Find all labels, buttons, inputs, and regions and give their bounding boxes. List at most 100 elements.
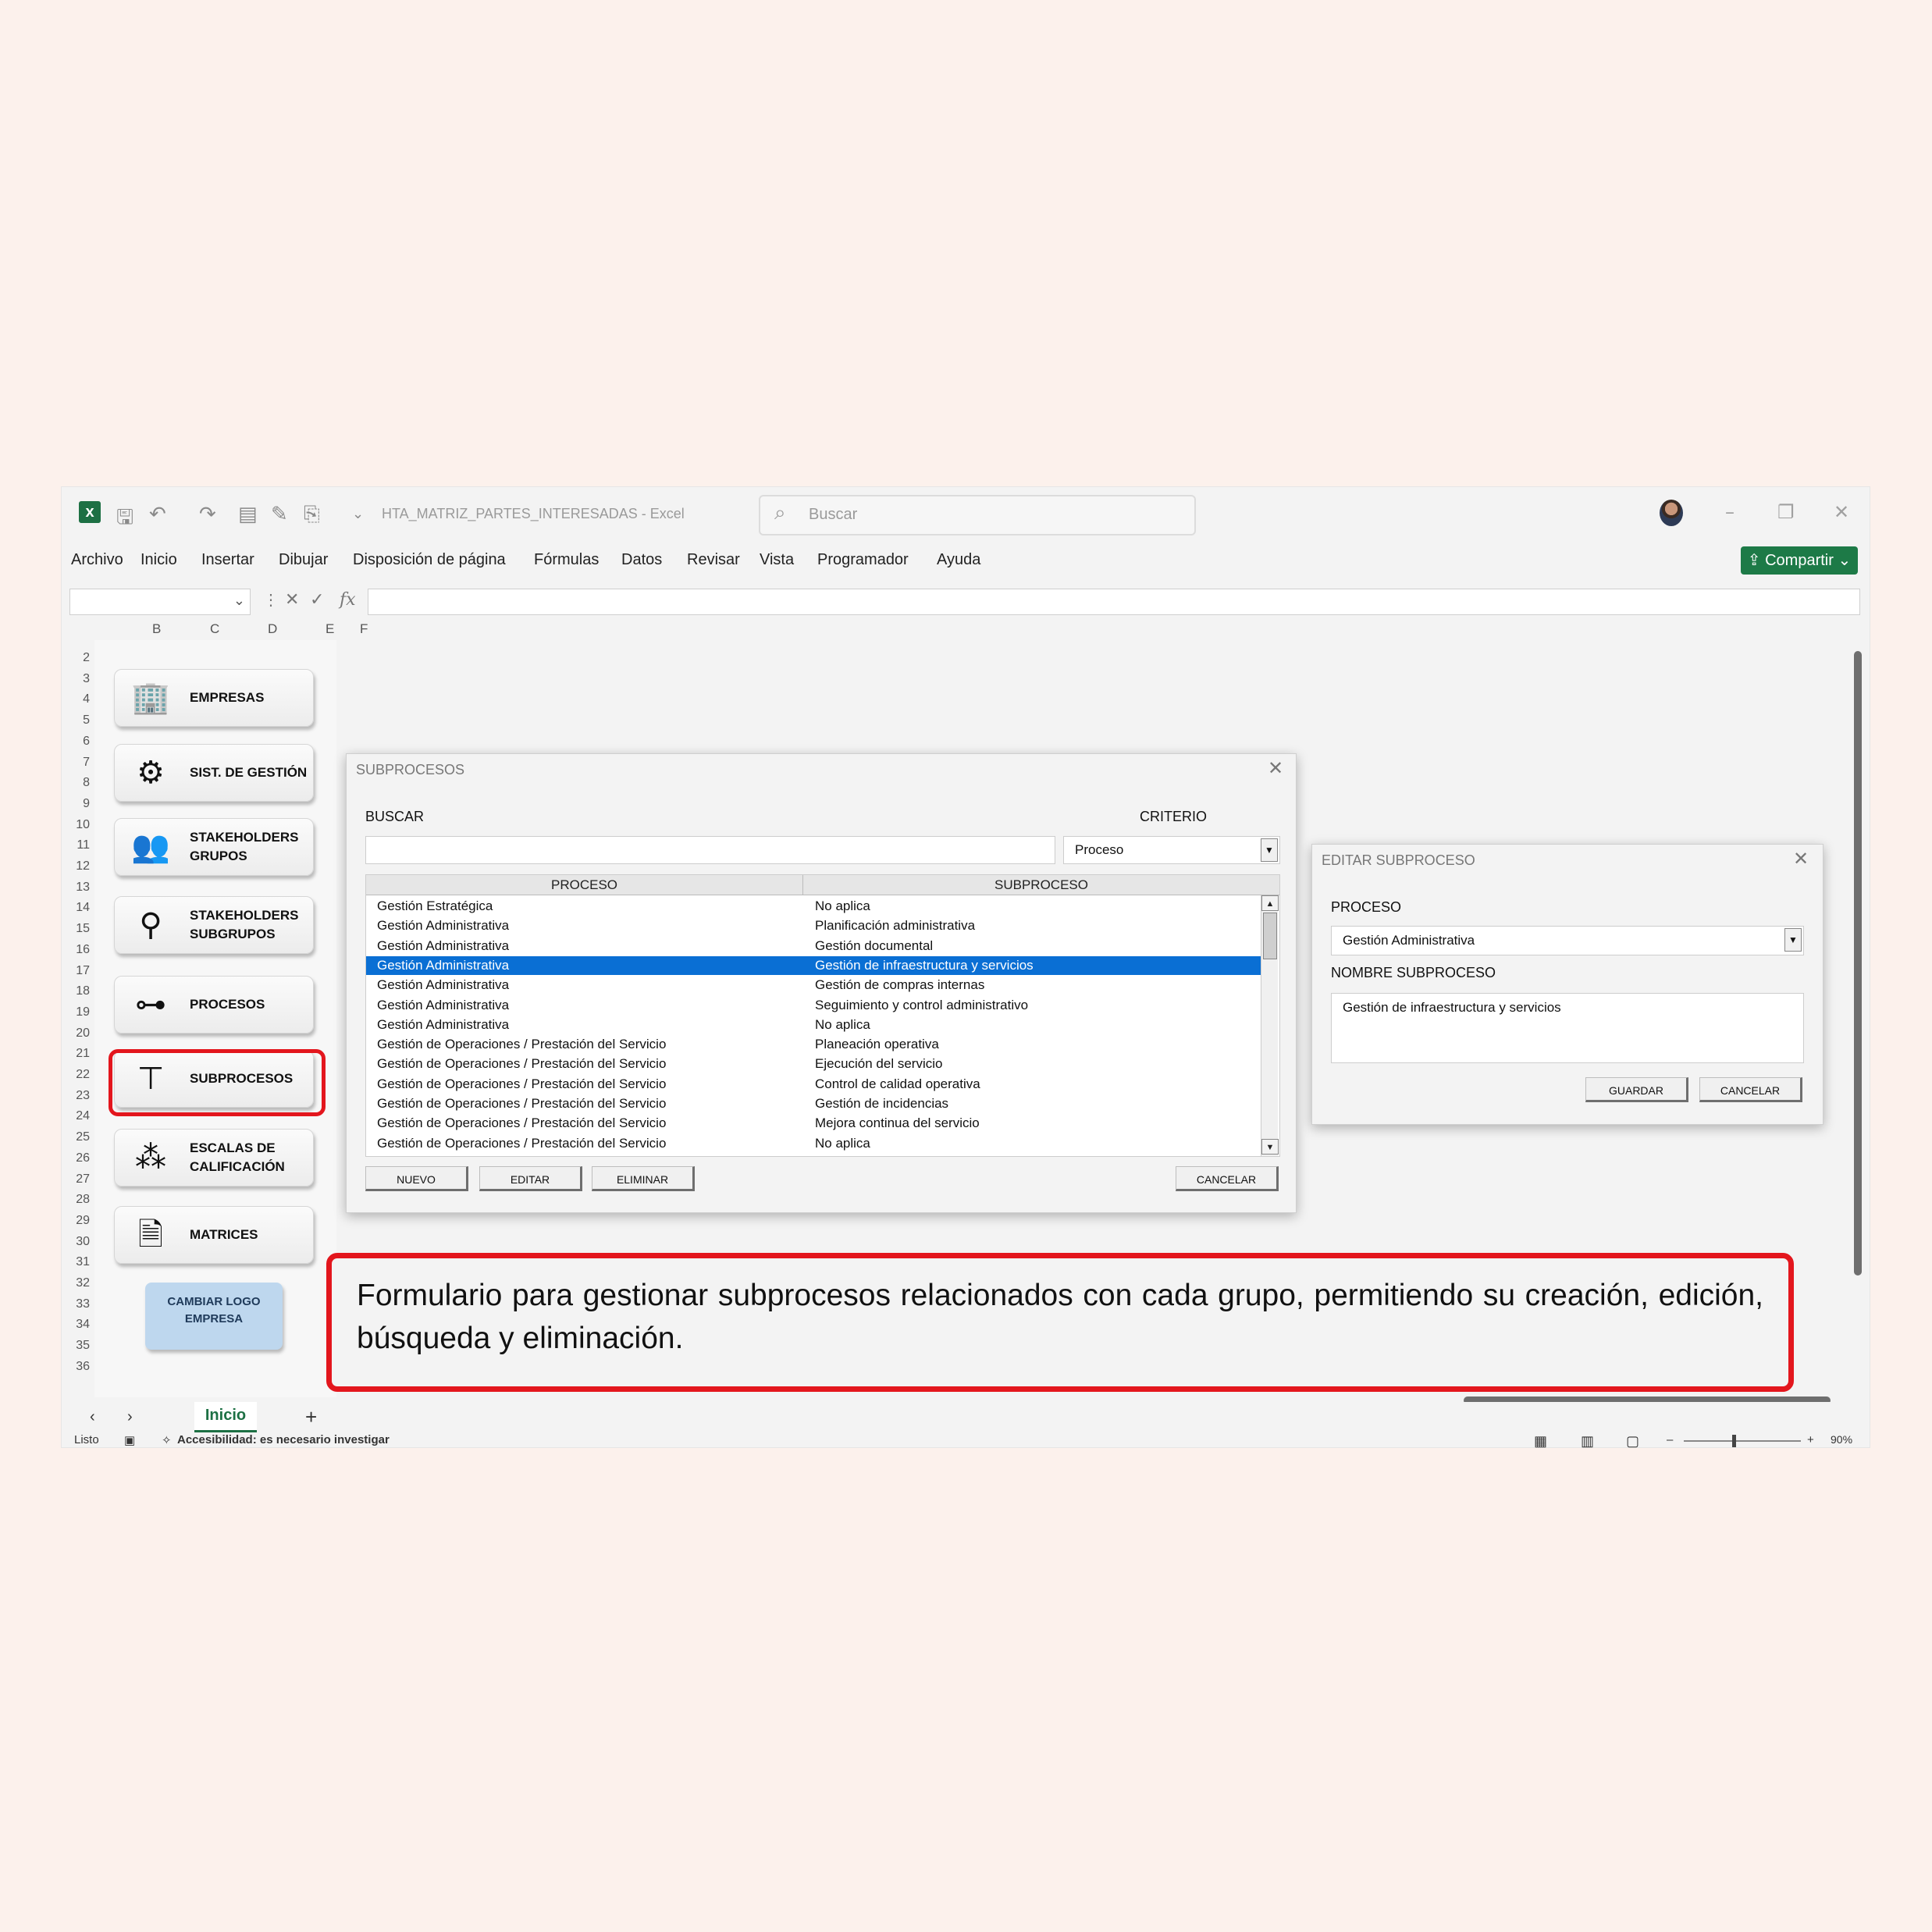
nav-button-8[interactable]: 🗎 MATRICES [114,1206,314,1264]
row-header[interactable]: 21 [68,1047,90,1061]
row-header[interactable]: 20 [68,1026,90,1041]
page-layout-icon[interactable]: ▥ [1581,1433,1594,1450]
row-header[interactable]: 19 [68,1005,90,1019]
next-sheet-icon[interactable]: › [127,1408,133,1426]
criterio-select[interactable]: Proceso ▼ [1063,836,1280,864]
row-header[interactable]: 6 [68,735,90,749]
row-header[interactable]: 15 [68,922,90,936]
edit-button[interactable]: EDITAR [479,1166,582,1191]
nav-button-5[interactable]: ⊶ PROCESOS [114,976,314,1034]
list-row[interactable]: Gestión Administrativa Gestión de infraes… [366,955,1261,975]
menu-dibujar[interactable]: Dibujar [279,551,328,569]
vertical-scrollbar[interactable] [1854,651,1862,1276]
zoom-out-icon[interactable]: – [1667,1433,1673,1446]
column-header[interactable]: B [152,621,161,637]
nombre-input[interactable]: Gestión de infraestructura y servicios [1331,993,1804,1063]
column-header[interactable]: C [210,621,219,637]
row-header[interactable]: 9 [68,797,90,811]
close-icon[interactable]: ✕ [1268,757,1283,779]
menu-archivo[interactable]: Archivo [71,551,123,569]
list-row[interactable]: Gestión de Operaciones / Prestación del … [366,1055,1261,1073]
row-header[interactable]: 14 [68,901,90,915]
row-header[interactable]: 12 [68,859,90,873]
row-header[interactable]: 16 [68,943,90,957]
change-logo-button[interactable]: CAMBIAR LOGO EMPRESA [145,1283,283,1350]
list-row[interactable]: Gestión de Operaciones / Prestación del … [366,1094,1261,1113]
accessibility-status[interactable]: Accesibilidad: es necesario investigar [177,1433,390,1446]
row-header[interactable]: 25 [68,1130,90,1144]
share-button[interactable]: ⇪ Compartir ⌄ [1741,546,1858,575]
menu-revisar[interactable]: Revisar [687,551,740,569]
redo-icon[interactable]: ↷ [199,503,216,526]
row-header[interactable]: 24 [68,1109,90,1123]
row-header[interactable]: 11 [68,838,90,852]
insert-function-icon[interactable]: fx [340,590,356,610]
accessibility-icon[interactable]: ✧ [162,1433,172,1447]
nav-button-3[interactable]: 👥 STAKEHOLDERS GRUPOS [114,818,314,876]
save-button[interactable]: GUARDAR [1585,1077,1688,1102]
row-header[interactable]: 26 [68,1151,90,1165]
row-header[interactable]: 29 [68,1214,90,1228]
row-header[interactable]: 13 [68,881,90,895]
cancel-button[interactable]: CANCELAR [1699,1077,1802,1102]
dropdown-arrow-icon[interactable]: ▼ [1784,928,1802,952]
menu-vista[interactable]: Vista [760,551,794,569]
page-break-icon[interactable]: ▢ [1626,1433,1639,1450]
column-header-proceso[interactable]: PROCESO [366,875,803,895]
list-row[interactable]: Gestión de Operaciones / Prestación del … [366,1075,1261,1094]
undo-icon[interactable]: ↶ [149,503,166,526]
row-header[interactable]: 33 [68,1297,90,1311]
list-row[interactable]: Gestión de Operaciones / Prestación del … [366,1134,1261,1153]
list-row[interactable]: Gestión Administrativa Gestión documental [366,937,1261,955]
subprocesos-list[interactable]: PROCESO SUBPROCESO Gestión Estratégica No… [365,874,1280,1157]
row-header[interactable]: 8 [68,776,90,790]
list-row[interactable]: Gestión Administrativa Seguimiento y cont… [366,996,1261,1015]
delete-button[interactable]: ELIMINAR [592,1166,695,1191]
more-options-icon[interactable]: ⋮ [263,590,279,609]
row-header[interactable]: 10 [68,818,90,832]
list-row[interactable]: Gestión Administrativa Planificación admi… [366,916,1261,935]
cancel-formula-icon[interactable]: ✕ [285,590,299,610]
sheet-tab-inicio[interactable]: Inicio [194,1402,257,1432]
proceso-select[interactable]: Gestión Administrativa ▼ [1331,926,1804,955]
list-row[interactable]: Gestión Administrativa No aplica [366,1016,1261,1034]
column-header[interactable]: F [360,621,368,637]
new-button[interactable]: NUEVO [365,1166,468,1191]
zoom-slider[interactable] [1684,1440,1801,1442]
row-header[interactable]: 23 [68,1089,90,1103]
scroll-thumb[interactable] [1263,913,1277,959]
row-header[interactable]: 22 [68,1068,90,1082]
search-input[interactable] [365,836,1055,864]
form-icon[interactable]: ▤ [238,503,258,526]
search-box[interactable]: ⌕ Buscar [759,495,1196,535]
cancel-button[interactable]: CANCELAR [1176,1166,1279,1191]
menu-inicio[interactable]: Inicio [141,551,177,569]
row-header[interactable]: 5 [68,713,90,728]
nav-button-7[interactable]: ⁂ ESCALAS DE CALIFICACIÓN [114,1129,314,1187]
row-header[interactable]: 17 [68,964,90,978]
minimize-icon[interactable]: – [1725,501,1735,523]
nav-button-4[interactable]: ⚲ STAKEHOLDERS SUBGRUPOS [114,896,314,954]
row-header[interactable]: 27 [68,1172,90,1187]
row-header[interactable]: 18 [68,984,90,998]
row-header[interactable]: 28 [68,1193,90,1207]
column-header[interactable]: E [326,621,334,637]
autosave-icon[interactable]: 🖫 [116,503,133,537]
normal-view-icon[interactable]: ▦ [1534,1433,1547,1450]
list-scrollbar[interactable]: ▲ ▼ [1261,895,1279,1156]
row-header[interactable]: 2 [68,651,90,665]
list-row[interactable]: Gestión Estratégica No aplica [366,897,1261,916]
close-window-icon[interactable]: ✕ [1834,501,1849,523]
formula-input[interactable] [368,589,1860,615]
menu-ayuda[interactable]: Ayuda [937,551,980,569]
row-header[interactable]: 35 [68,1339,90,1353]
add-sheet-icon[interactable]: + [305,1405,317,1429]
scroll-down-icon[interactable]: ▼ [1261,1139,1279,1155]
confirm-formula-icon[interactable]: ✓ [310,590,324,610]
row-header[interactable]: 7 [68,756,90,770]
restore-icon[interactable]: ❐ [1777,501,1795,523]
close-icon[interactable]: ✕ [1793,848,1809,870]
column-header-subproceso[interactable]: SUBPROCESO [803,875,1279,895]
row-header[interactable]: 32 [68,1276,90,1290]
scroll-up-icon[interactable]: ▲ [1261,895,1279,911]
